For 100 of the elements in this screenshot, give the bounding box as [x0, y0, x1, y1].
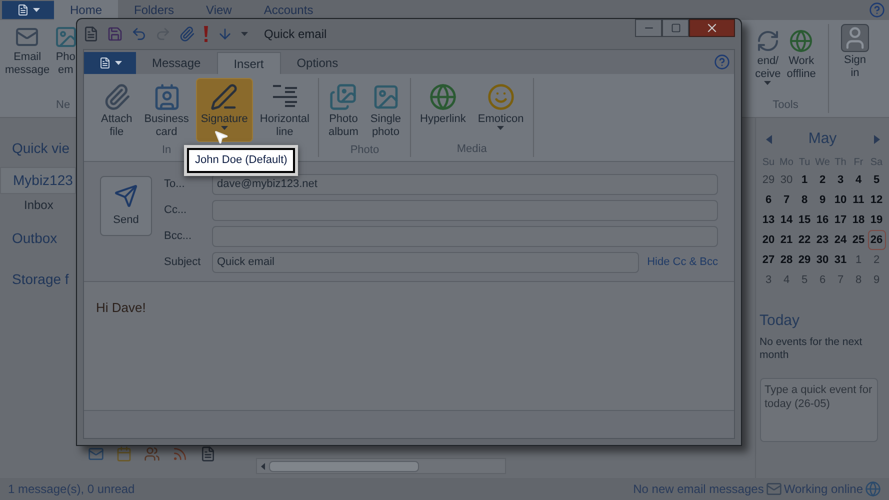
hide-cc-bcc-link[interactable]: Hide Cc & Bcc: [647, 254, 718, 271]
subject-field[interactable]: Quick email: [212, 252, 640, 273]
ribbon-tab[interactable]: Message: [136, 52, 217, 74]
envelope-icon: [15, 25, 40, 49]
next-month-icon[interactable]: [874, 134, 880, 144]
calendar-day[interactable]: 8: [796, 190, 814, 210]
mail-icon[interactable]: [88, 446, 104, 462]
field-label[interactable]: Cc...: [164, 202, 212, 219]
calendar-day[interactable]: 25: [850, 230, 868, 250]
pane-heading[interactable]: Quick vie: [0, 138, 76, 159]
ribbon-tab[interactable]: Home: [54, 0, 118, 20]
calendar-icon[interactable]: [116, 446, 132, 462]
calendar-day[interactable]: 14: [778, 210, 796, 230]
calendar-day[interactable]: 31: [832, 250, 850, 270]
scroll-left-icon[interactable]: [261, 462, 265, 470]
close-button[interactable]: [689, 19, 735, 37]
ribbon-button[interactable]: Horizontal line: [254, 78, 314, 142]
ribbon-button[interactable]: Email message: [4, 20, 51, 96]
document-icon[interactable]: [200, 446, 216, 462]
calendar-day[interactable]: 27: [760, 250, 778, 270]
calendar-day[interactable]: 7: [778, 190, 796, 210]
ribbon-tab[interactable]: Folders: [118, 0, 190, 20]
ribbon-button[interactable]: Attach file: [96, 78, 138, 142]
calendar-day[interactable]: 8: [850, 270, 868, 290]
calendar-day[interactable]: 2: [868, 250, 886, 270]
ribbon-button[interactable]: Hyperlink: [415, 78, 471, 140]
down-arrow-icon[interactable]: [217, 26, 233, 42]
ribbon-button[interactable]: Photo album: [323, 78, 364, 142]
ribbon-button[interactable]: Emoticon: [472, 78, 529, 140]
calendar-day[interactable]: 20: [760, 230, 778, 250]
calendar-day[interactable]: 29: [760, 170, 778, 190]
ribbon-button[interactable]: Single photo: [365, 78, 406, 142]
calendar-day[interactable]: 30: [814, 250, 832, 270]
calendar-day[interactable]: 4: [850, 170, 868, 190]
field-label[interactable]: Bcc...: [164, 228, 212, 245]
field-label[interactable]: To...: [164, 176, 212, 193]
ribbon-button[interactable]: end/ ceive: [754, 24, 782, 96]
maximize-button[interactable]: [662, 19, 689, 37]
calendar-day[interactable]: 23: [814, 230, 832, 250]
ribbon-tab[interactable]: Accounts: [248, 0, 330, 20]
ribbon-tab[interactable]: Options: [280, 52, 354, 74]
calendar-day[interactable]: 24: [832, 230, 850, 250]
account-header[interactable]: Mybiz123: [0, 167, 76, 194]
minimize-button[interactable]: [635, 19, 662, 37]
calendar-day[interactable]: 28: [778, 250, 796, 270]
ribbon-tab[interactable]: View: [190, 0, 248, 20]
calendar-day[interactable]: 9: [814, 190, 832, 210]
sign-in-button[interactable]: Sign in: [841, 24, 869, 117]
exclamation-icon[interactable]: [203, 26, 209, 42]
calendar-day[interactable]: 22: [796, 230, 814, 250]
menu-icon: [98, 57, 110, 69]
horizontal-scrollbar[interactable]: [256, 458, 506, 474]
calendar-day[interactable]: 7: [832, 270, 850, 290]
calendar-day[interactable]: 18: [850, 210, 868, 230]
quick-event-field[interactable]: Type a quick event for today (26-05): [760, 378, 878, 442]
app-menu-button[interactable]: [84, 52, 136, 74]
ribbon-button[interactable]: Signature: [196, 78, 253, 142]
menu-item[interactable]: John Doe (Default): [187, 148, 296, 172]
calendar-day[interactable]: 3: [760, 270, 778, 290]
calendar-day[interactable]: 30: [778, 170, 796, 190]
calendar-day[interactable]: 11: [850, 190, 868, 210]
calendar-day[interactable]: 29: [796, 250, 814, 270]
calendar-day[interactable]: 3: [832, 170, 850, 190]
contacts-icon[interactable]: [144, 446, 160, 462]
calendar-day[interactable]: 4: [778, 270, 796, 290]
help-icon[interactable]: [869, 2, 885, 18]
previous-month-icon[interactable]: [766, 134, 772, 144]
ribbon-tab[interactable]: Insert: [216, 52, 281, 74]
calendar-day[interactable]: 17: [832, 210, 850, 230]
paperclip-icon[interactable]: [179, 26, 195, 42]
calendar-day[interactable]: 13: [760, 210, 778, 230]
calendar-day[interactable]: 5: [796, 270, 814, 290]
calendar-day[interactable]: 2: [814, 170, 832, 190]
app-menu-button[interactable]: [2, 1, 54, 19]
calendar-day[interactable]: 6: [814, 270, 832, 290]
document-icon[interactable]: [83, 26, 99, 42]
undo-icon[interactable]: [131, 26, 147, 42]
calendar-day[interactable]: 21: [778, 230, 796, 250]
ribbon-button[interactable]: Business card: [139, 78, 194, 142]
calendar-day[interactable]: 10: [832, 190, 850, 210]
send-button[interactable]: Send: [100, 176, 152, 236]
calendar-day[interactable]: 6: [760, 190, 778, 210]
calendar-day[interactable]: 16: [814, 210, 832, 230]
ribbon-button[interactable]: Pho em: [52, 20, 79, 96]
address-field[interactable]: dave@mybiz123.net: [212, 174, 718, 195]
calendar-day[interactable]: 12: [868, 190, 886, 210]
calendar-day[interactable]: 5: [868, 170, 886, 190]
help-icon[interactable]: [714, 54, 730, 70]
calendar-day[interactable]: 15: [796, 210, 814, 230]
folder-item[interactable]: Inbox: [0, 194, 76, 216]
calendar-day[interactable]: 26: [868, 230, 886, 250]
ribbon-button[interactable]: Work offline: [786, 24, 817, 96]
calendar-day[interactable]: 9: [868, 270, 886, 290]
pane-heading[interactable]: Outbox: [0, 228, 76, 249]
calendar-day[interactable]: 19: [868, 210, 886, 230]
calendar-day[interactable]: 1: [796, 170, 814, 190]
save-icon[interactable]: [107, 26, 123, 42]
feed-icon[interactable]: [172, 446, 188, 462]
pane-heading[interactable]: Storage f: [0, 269, 76, 290]
calendar-day[interactable]: 1: [850, 250, 868, 270]
